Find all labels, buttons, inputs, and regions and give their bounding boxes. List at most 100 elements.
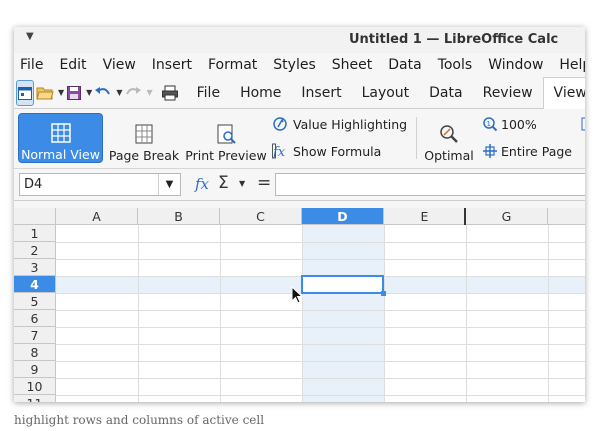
menu-styles[interactable]: Styles	[273, 57, 315, 73]
row-header-8[interactable]: 8	[14, 344, 56, 361]
folder-open-icon	[36, 87, 54, 99]
select-all-corner[interactable]	[14, 208, 56, 225]
calendar-icon	[18, 86, 32, 100]
tab-data[interactable]: Data	[419, 77, 472, 109]
column-header-b[interactable]: B	[138, 208, 220, 225]
entire-page-icon	[483, 144, 497, 158]
view-ribbon: Normal View Page Break Print Preview Val…	[14, 109, 585, 169]
column-header-c[interactable]: C	[220, 208, 302, 225]
undo-icon	[95, 86, 111, 94]
save-button[interactable]	[66, 80, 82, 106]
redo-button[interactable]	[124, 80, 142, 106]
magnifier-icon	[440, 125, 458, 143]
grid-view-icon	[50, 123, 71, 143]
window-menu-icon[interactable]: ▼	[26, 31, 34, 42]
grid-line	[384, 225, 385, 402]
value-highlighting-label: Value Highlighting	[293, 116, 408, 132]
row-header-10[interactable]: 10	[14, 378, 56, 395]
row-header-1[interactable]: 1	[14, 225, 56, 242]
grid-line	[56, 395, 585, 396]
spreadsheet-grid[interactable]: A B C D E G 1 2 3 4 5 6 7 8 9 10 11	[14, 208, 585, 402]
name-box-value: D4	[24, 177, 43, 192]
grid-line	[56, 242, 585, 243]
column-header-a[interactable]: A	[56, 208, 138, 225]
row-header-4[interactable]: 4	[14, 276, 56, 293]
more-ribbon-icon[interactable]	[580, 116, 585, 132]
value-highlighting-button[interactable]: Value Highlighting	[272, 116, 407, 132]
row-header-7[interactable]: 7	[14, 327, 56, 344]
menu-data[interactable]: Data	[388, 57, 421, 73]
tab-review[interactable]: Review	[473, 77, 543, 109]
tab-layout[interactable]: Layout	[352, 77, 420, 109]
active-cell-d4[interactable]	[301, 275, 384, 294]
tab-file[interactable]: File	[187, 77, 230, 109]
sum-dropdown-icon[interactable]: ▼	[239, 179, 245, 188]
grid-line	[56, 327, 585, 328]
normal-view-button[interactable]: Normal View	[18, 113, 103, 163]
grid-line	[466, 225, 467, 402]
column-header-e[interactable]: E	[384, 208, 466, 225]
row-header-9[interactable]: 9	[14, 361, 56, 378]
notebookbar-menu-button[interactable]	[16, 79, 34, 106]
show-formula-icon: fx	[272, 143, 286, 159]
open-dropdown-icon[interactable]: ▼	[58, 88, 64, 97]
menu-tools[interactable]: Tools	[438, 57, 473, 73]
print-preview-button[interactable]: Print Preview	[185, 113, 267, 163]
column-header-d[interactable]: D	[302, 208, 384, 225]
function-wizard-icon[interactable]: fx	[195, 175, 209, 193]
entire-page-button[interactable]: Entire Page	[482, 143, 572, 159]
undo-dropdown-icon[interactable]: ▼	[116, 88, 122, 97]
sum-icon[interactable]: Σ	[218, 173, 229, 193]
formula-equals-icon[interactable]: =	[257, 173, 271, 193]
normal-view-label: Normal View	[21, 147, 100, 162]
grid-line	[56, 344, 585, 345]
page-break-icon	[135, 124, 153, 144]
window-title: Untitled 1 — LibreOffice Calc	[349, 32, 559, 47]
calc-window: ▼ Untitled 1 — LibreOffice Calc File Edi…	[14, 27, 585, 402]
zoom-100-button[interactable]: 1 100%	[482, 116, 537, 132]
page-break-button[interactable]: Page Break	[107, 113, 181, 163]
menu-bar: File Edit View Insert Format Styles Shee…	[14, 53, 585, 77]
mouse-pointer-icon	[291, 286, 303, 304]
menu-help[interactable]: Help	[559, 57, 585, 73]
save-dropdown-icon[interactable]: ▼	[86, 88, 92, 97]
redo-dropdown-icon[interactable]: ▼	[146, 88, 152, 97]
menu-view[interactable]: View	[103, 57, 136, 73]
menu-window[interactable]: Window	[488, 57, 543, 73]
menu-edit[interactable]: Edit	[59, 57, 86, 73]
show-formula-button[interactable]: fx Show Formula	[272, 143, 381, 159]
tab-view[interactable]: View	[542, 76, 585, 109]
notebookbar-tabs: ▼ ▼ ▼ ▼ File Home Insert Layout Data Rev…	[14, 76, 585, 109]
zoom-100-icon: 1	[483, 117, 498, 132]
optimal-zoom-button[interactable]: Optimal	[424, 113, 474, 163]
row-header-3[interactable]: 3	[14, 259, 56, 276]
print-button[interactable]	[161, 80, 179, 106]
tab-home[interactable]: Home	[230, 77, 291, 109]
column-header-next[interactable]	[548, 208, 585, 225]
print-preview-icon	[217, 124, 236, 144]
active-column-highlight	[302, 225, 384, 402]
grid-line	[56, 378, 585, 379]
menu-insert[interactable]: Insert	[152, 57, 192, 73]
row-header-2[interactable]: 2	[14, 242, 56, 259]
tab-insert[interactable]: Insert	[291, 77, 351, 109]
undo-button[interactable]	[94, 80, 112, 106]
row-header-11[interactable]: 11	[14, 395, 56, 402]
chevron-down-icon[interactable]: ▼	[158, 174, 180, 195]
menu-file[interactable]: File	[20, 57, 43, 73]
ribbon-separator	[416, 117, 417, 159]
svg-text:fx: fx	[272, 145, 286, 159]
grid-line	[220, 225, 221, 402]
menu-sheet[interactable]: Sheet	[332, 57, 372, 73]
name-box[interactable]: D4 ▼	[19, 173, 181, 196]
row-header-6[interactable]: 6	[14, 310, 56, 327]
grid-line	[548, 225, 549, 402]
redo-icon	[126, 86, 142, 94]
column-header-g[interactable]: G	[466, 208, 548, 225]
menu-format[interactable]: Format	[208, 57, 257, 73]
fill-handle[interactable]	[381, 291, 386, 296]
row-header-5[interactable]: 5	[14, 293, 56, 310]
formula-input[interactable]	[275, 173, 585, 196]
open-button[interactable]	[36, 80, 54, 106]
value-highlighting-icon	[273, 117, 287, 131]
